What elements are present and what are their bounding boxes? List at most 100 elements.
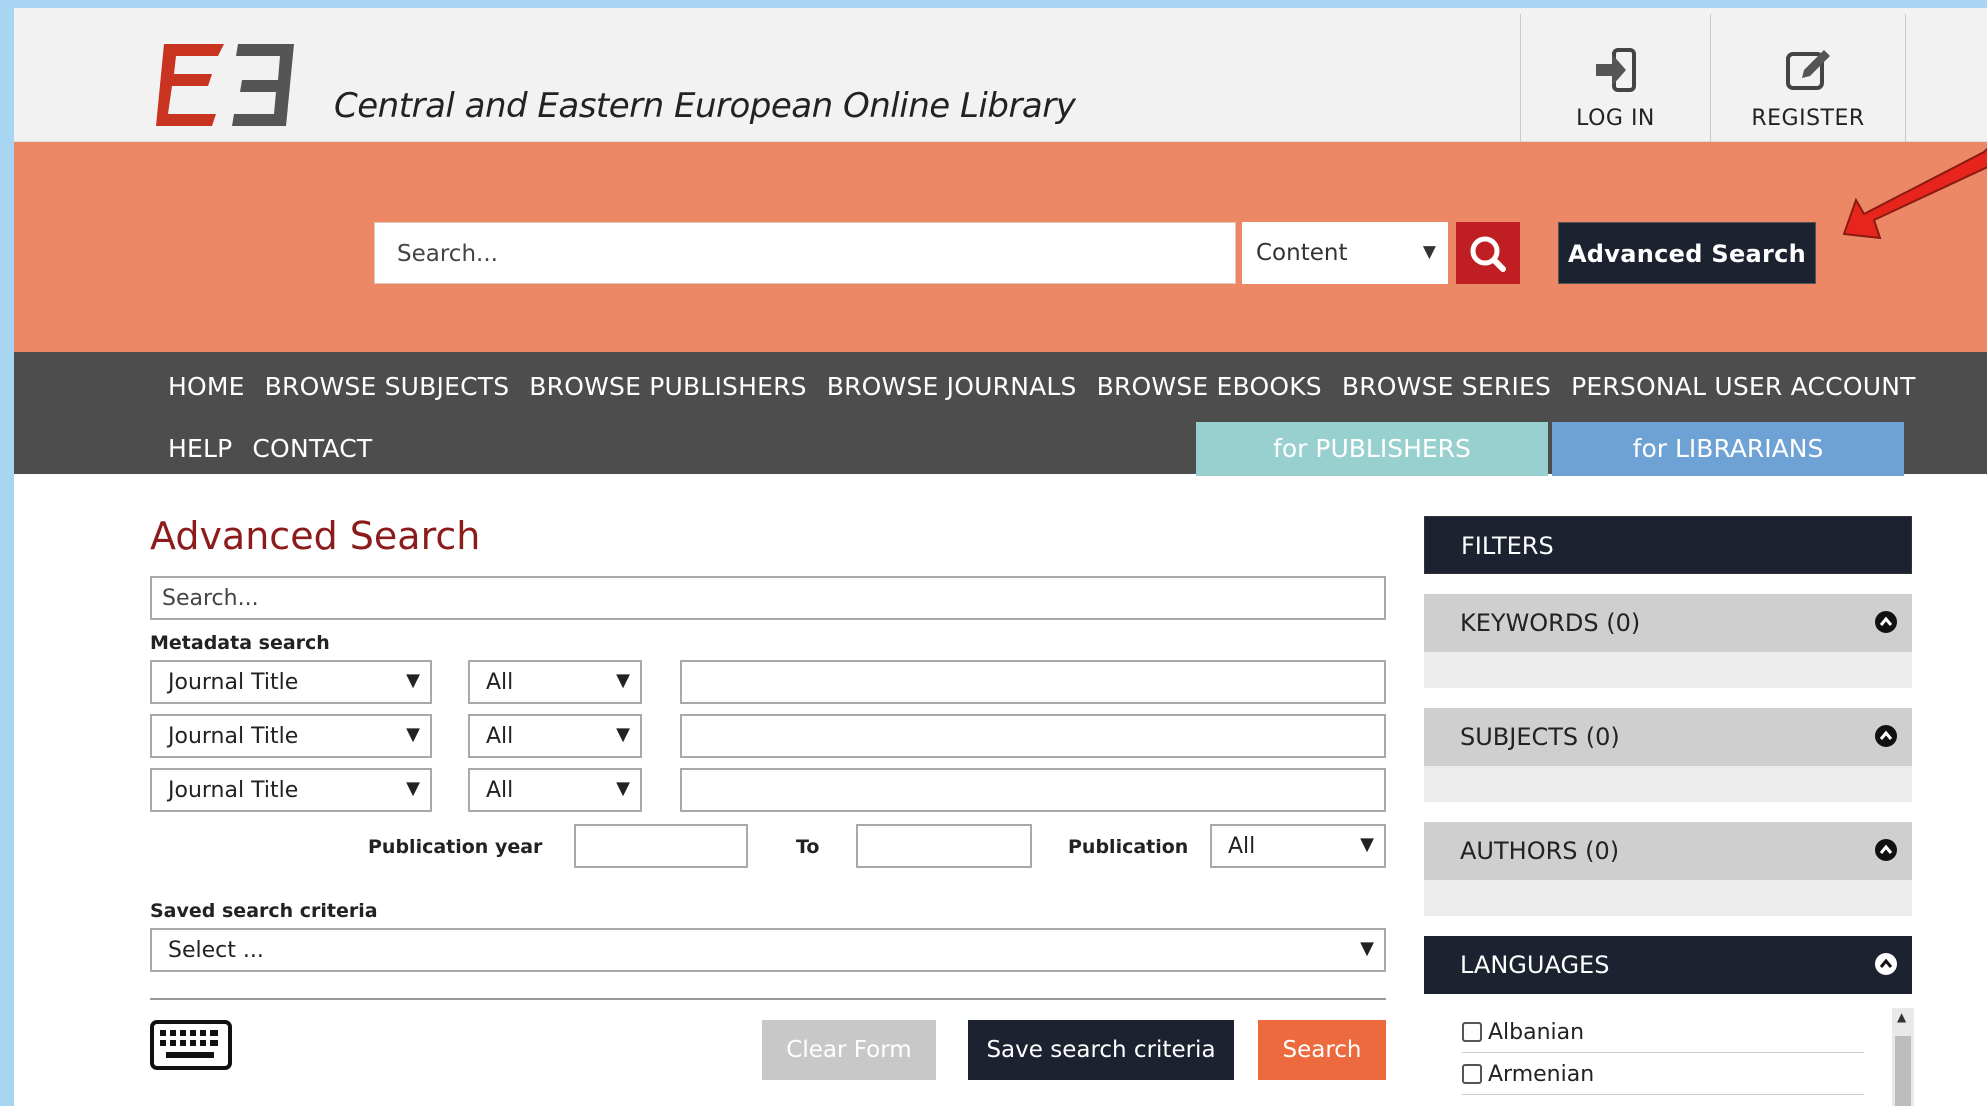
metadata-value-input[interactable] xyxy=(680,768,1386,812)
metadata-field-select[interactable]: Journal Title ▼ xyxy=(150,714,432,758)
advanced-search-button[interactable]: Advanced Search xyxy=(1558,222,1816,284)
checkbox-icon[interactable] xyxy=(1462,1064,1482,1084)
metadata-operator-select[interactable]: All ▼ xyxy=(468,660,642,704)
nav-browse-journals[interactable]: BROWSE JOURNALS xyxy=(817,372,1087,401)
search-scope-value: Content xyxy=(1256,240,1348,266)
saved-search-value: Select ... xyxy=(168,938,264,963)
metadata-field-value: Journal Title xyxy=(168,670,299,695)
saved-search-select[interactable]: Select ... ▼ xyxy=(150,928,1386,972)
register-label: REGISTER xyxy=(1751,106,1865,131)
site-title: Central and Eastern European Online Libr… xyxy=(334,86,1076,126)
scroll-up-icon[interactable]: ▲ xyxy=(1897,1010,1906,1024)
dropdown-arrow-icon: ▼ xyxy=(406,724,420,745)
page-frame: Central and Eastern European Online Libr… xyxy=(14,8,1987,1106)
nav-row-primary: HOME BROWSE SUBJECTS BROWSE PUBLISHERS B… xyxy=(158,372,1926,401)
site-header: Central and Eastern European Online Libr… xyxy=(14,8,1987,142)
metadata-field-value: Journal Title xyxy=(168,778,299,803)
nav-browse-publishers[interactable]: BROWSE PUBLISHERS xyxy=(519,372,816,401)
authors-filter-label: AUTHORS (0) xyxy=(1460,837,1620,865)
subjects-filter-label: SUBJECTS (0) xyxy=(1460,723,1620,751)
list-divider xyxy=(1462,1052,1864,1053)
nav-browse-subjects[interactable]: BROWSE SUBJECTS xyxy=(255,372,520,401)
advanced-search-submit-button[interactable]: Search xyxy=(1258,1020,1386,1080)
ceeol-logo[interactable] xyxy=(154,34,316,138)
search-scope-select[interactable]: Content ▼ xyxy=(1242,222,1448,284)
languages-scrollbar[interactable]: ▲ xyxy=(1892,1008,1914,1106)
scrollbar-thumb[interactable] xyxy=(1895,1036,1911,1106)
dropdown-arrow-icon: ▼ xyxy=(406,778,420,799)
for-librarians-tab[interactable]: for LIBRARIANS xyxy=(1552,422,1904,476)
publication-year-to-input[interactable] xyxy=(856,824,1032,868)
dropdown-arrow-icon: ▼ xyxy=(1422,242,1436,262)
register-button[interactable]: REGISTER xyxy=(1710,14,1906,142)
metadata-value-input[interactable] xyxy=(680,714,1386,758)
nav-browse-series[interactable]: BROWSE SERIES xyxy=(1332,372,1561,401)
languages-filter[interactable]: LANGUAGES xyxy=(1424,936,1912,994)
annotation-arrow xyxy=(1842,147,1987,240)
advanced-search-title: Advanced Search xyxy=(150,514,481,558)
authors-filter-body xyxy=(1424,880,1912,916)
login-icon xyxy=(1595,48,1636,92)
main-search-input[interactable]: Search... xyxy=(374,222,1236,284)
advanced-search-input[interactable]: Search... xyxy=(150,576,1386,620)
dropdown-arrow-icon: ▼ xyxy=(406,670,420,691)
search-icon xyxy=(1470,236,1506,272)
collapse-icon[interactable] xyxy=(1874,610,1898,634)
nav-home[interactable]: HOME xyxy=(158,372,255,401)
language-label: Albanian xyxy=(1488,1020,1585,1045)
login-button[interactable]: LOG IN xyxy=(1520,14,1710,142)
metadata-operator-select[interactable]: All ▼ xyxy=(468,714,642,758)
saved-search-label: Saved search criteria xyxy=(150,900,378,922)
to-label: To xyxy=(796,836,820,858)
login-label: LOG IN xyxy=(1576,106,1655,131)
publication-year-label: Publication year xyxy=(368,836,543,858)
authors-filter[interactable]: AUTHORS (0) xyxy=(1424,822,1912,880)
nav-personal-account[interactable]: PERSONAL USER ACCOUNT xyxy=(1561,372,1925,401)
keywords-filter[interactable]: KEYWORDS (0) xyxy=(1424,594,1912,652)
dropdown-arrow-icon: ▼ xyxy=(616,670,630,691)
search-band: Search... Content ▼ Advanced Search xyxy=(14,142,1987,360)
list-divider xyxy=(1462,1094,1864,1095)
search-button[interactable] xyxy=(1456,222,1520,284)
metadata-value-input[interactable] xyxy=(680,660,1386,704)
dropdown-arrow-icon: ▼ xyxy=(1360,938,1374,959)
dropdown-arrow-icon: ▼ xyxy=(616,724,630,745)
publication-year-from-input[interactable] xyxy=(574,824,748,868)
keywords-filter-body xyxy=(1424,652,1912,688)
metadata-operator-value: All xyxy=(486,724,514,749)
publication-select[interactable]: All ▼ xyxy=(1210,824,1386,868)
language-option-albanian[interactable]: Albanian xyxy=(1462,1020,1584,1045)
metadata-search-label: Metadata search xyxy=(150,632,330,654)
metadata-operator-select[interactable]: All ▼ xyxy=(468,768,642,812)
nav-row-secondary: HELP CONTACT xyxy=(158,434,382,463)
collapse-icon[interactable] xyxy=(1874,724,1898,748)
form-divider xyxy=(150,998,1386,1000)
metadata-operator-value: All xyxy=(486,778,514,803)
for-publishers-tab[interactable]: for PUBLISHERS xyxy=(1196,422,1548,476)
dropdown-arrow-icon: ▼ xyxy=(1360,834,1374,855)
publication-value: All xyxy=(1228,834,1256,859)
collapse-icon[interactable] xyxy=(1874,952,1898,976)
register-edit-icon xyxy=(1786,50,1830,90)
keyboard-icon[interactable] xyxy=(150,1020,232,1070)
metadata-field-select[interactable]: Journal Title ▼ xyxy=(150,768,432,812)
clear-form-button[interactable]: Clear Form xyxy=(762,1020,936,1080)
main-nav: HOME BROWSE SUBJECTS BROWSE PUBLISHERS B… xyxy=(14,352,1987,476)
filters-header: FILTERS xyxy=(1424,516,1912,574)
collapse-icon[interactable] xyxy=(1874,838,1898,862)
metadata-field-value: Journal Title xyxy=(168,724,299,749)
metadata-field-select[interactable]: Journal Title ▼ xyxy=(150,660,432,704)
metadata-operator-value: All xyxy=(486,670,514,695)
nav-contact[interactable]: CONTACT xyxy=(242,434,382,463)
language-option-armenian[interactable]: Armenian xyxy=(1462,1062,1594,1087)
save-search-criteria-button[interactable]: Save search criteria xyxy=(968,1020,1234,1080)
publication-label: Publication xyxy=(1068,836,1189,858)
subjects-filter-body xyxy=(1424,766,1912,802)
languages-filter-label: LANGUAGES xyxy=(1460,951,1610,979)
subjects-filter[interactable]: SUBJECTS (0) xyxy=(1424,708,1912,766)
language-label: Armenian xyxy=(1488,1062,1595,1087)
nav-browse-ebooks[interactable]: BROWSE EBOOKS xyxy=(1087,372,1332,401)
nav-help[interactable]: HELP xyxy=(158,434,242,463)
checkbox-icon[interactable] xyxy=(1462,1022,1482,1042)
keywords-filter-label: KEYWORDS (0) xyxy=(1460,609,1641,637)
